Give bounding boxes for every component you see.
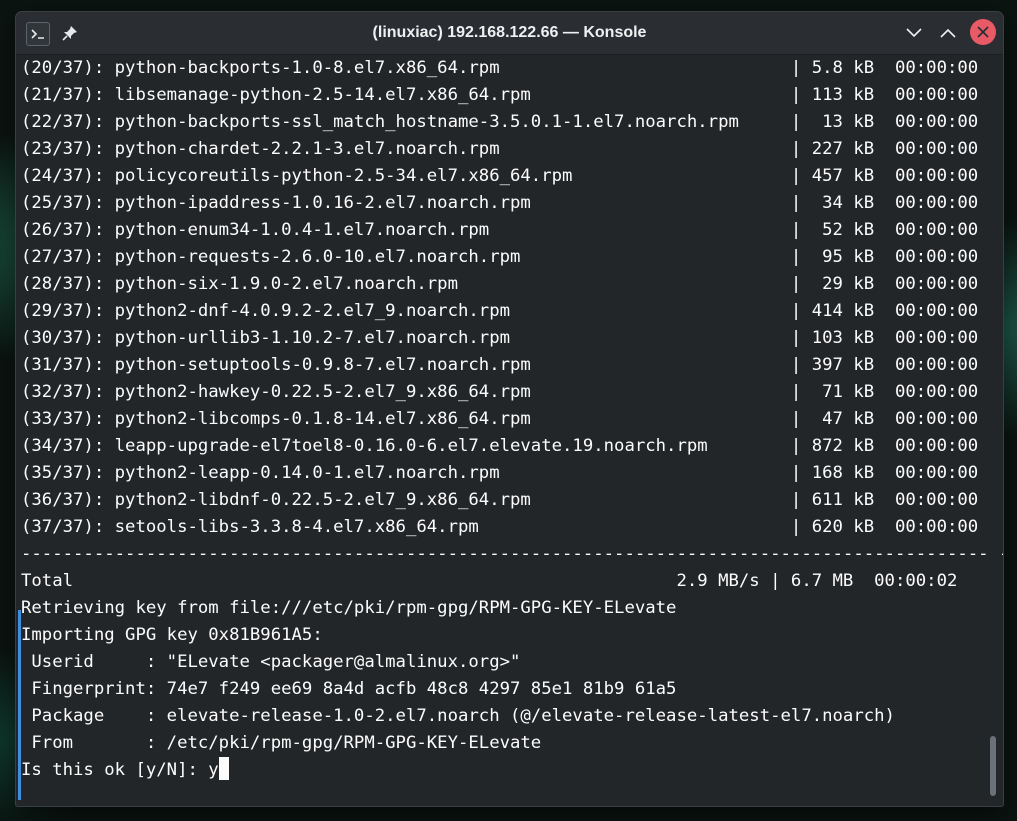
terminal-line: (36/37): python2-libdnf-0.22.5-2.el7_9.x… [21, 490, 979, 510]
chevron-up-icon [940, 28, 956, 38]
prompt-text: Is this ok [y/N]: [21, 760, 209, 780]
title-bar[interactable]: (linuxiac) 192.168.122.66 — Konsole [16, 12, 1003, 55]
terminal-line: (33/37): python2-libcomps-0.1.8-14.el7.x… [21, 409, 979, 429]
window-title: (linuxiac) 192.168.122.66 — Konsole [372, 24, 647, 41]
terminal-line: (22/37): python-backports-ssl_match_host… [21, 112, 979, 132]
terminal-line: (34/37): leapp-upgrade-el7toel8-0.16.0-6… [21, 436, 979, 456]
terminal-line: (35/37): python2-leapp-0.14.0-1.el7.noar… [21, 463, 979, 483]
scrollbar[interactable] [987, 55, 1001, 803]
terminal-line: (31/37): python-setuptools-0.9.8-7.el7.n… [21, 355, 979, 375]
terminal-line: Userid : "ELevate <packager@almalinux.or… [21, 652, 521, 672]
terminal-line: (21/37): libsemanage-python-2.5-14.el7.x… [21, 85, 979, 105]
prompt-input[interactable]: y [208, 760, 218, 780]
terminal-line: (20/37): python-backports-1.0-8.el7.x86_… [21, 58, 979, 78]
chevron-down-icon [906, 28, 922, 38]
terminal-line: Fingerprint: 74e7 f249 ee69 8a4d acfb 48… [21, 679, 677, 699]
text-cursor [218, 757, 229, 780]
terminal-line: Retrieving key from file:///etc/pki/rpm-… [21, 598, 677, 618]
terminal-line: (28/37): python-six-1.9.0-2.el7.noarch.r… [21, 274, 979, 294]
terminal-line: (27/37): python-requests-2.6.0-10.el7.no… [21, 247, 979, 267]
close-icon [977, 26, 989, 38]
konsole-window: (linuxiac) 192.168.122.66 — Konsole (20/… [16, 12, 1003, 806]
terminal-line: Importing GPG key 0x81B961A5: [21, 625, 323, 645]
terminal-line: Total 2.9 MB/s | 6.7 MB 00:00:02 [21, 571, 958, 591]
terminal-line: (23/37): python-chardet-2.2.1-3.el7.noar… [21, 139, 979, 159]
terminal-line: (24/37): policycoreutils-python-2.5-34.e… [21, 166, 979, 186]
terminal-line: (32/37): python2-hawkey-0.22.5-2.el7_9.x… [21, 382, 979, 402]
minimize-button[interactable] [902, 21, 926, 45]
terminal-line: (26/37): python-enum34-1.0.4-1.el7.noarc… [21, 220, 979, 240]
terminal-output[interactable]: (20/37): python-backports-1.0-8.el7.x86_… [18, 55, 1003, 801]
close-button[interactable] [970, 19, 996, 45]
terminal-line: From : /etc/pki/rpm-gpg/RPM-GPG-KEY-ELev… [21, 733, 542, 753]
prompt-line: Is this ok [y/N]: y [21, 757, 229, 784]
terminal-line: (30/37): python-urllib3-1.10.2-7.el7.noa… [21, 328, 979, 348]
terminal-line: (25/37): python-ipaddress-1.0.16-2.el7.n… [21, 193, 979, 213]
scrollbar-thumb[interactable] [990, 736, 996, 796]
maximize-button[interactable] [936, 21, 960, 45]
terminal-line: ----------------------------------------… [21, 544, 1003, 564]
terminal-line: Package : elevate-release-1.0-2.el7.noar… [21, 706, 895, 726]
terminal-line: (37/37): setools-libs-3.3.8-4.el7.x86_64… [21, 517, 979, 537]
terminal-line: (29/37): python2-dnf-4.0.9.2-2.el7_9.noa… [21, 301, 979, 321]
